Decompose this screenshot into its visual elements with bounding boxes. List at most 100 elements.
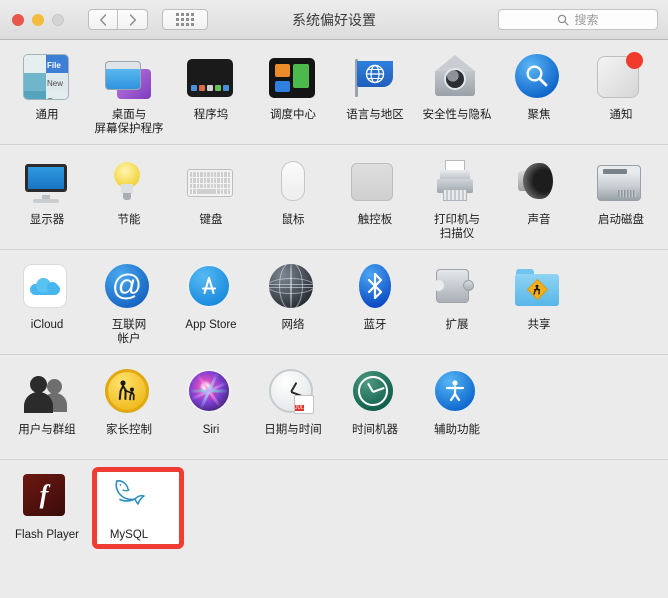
language-region-icon bbox=[351, 54, 399, 102]
pref-bluetooth[interactable]: 蓝牙 bbox=[334, 260, 416, 350]
calendar-month: JUL bbox=[295, 405, 304, 411]
pref-label: 节能 bbox=[117, 214, 141, 226]
pref-printers-scanners[interactable]: 打印机与 扫描仪 bbox=[416, 155, 498, 245]
pref-time-machine[interactable]: 时间机器 bbox=[334, 365, 416, 455]
prefs-row-hardware: 显示器 节能 键盘 鼠标 触控板 打印机与 扫描仪 声音 启动磁盘 bbox=[0, 145, 668, 250]
grid-empty-cell bbox=[498, 365, 580, 455]
pref-label: 共享 bbox=[527, 319, 551, 331]
general-icon: File New Ope bbox=[23, 54, 71, 102]
dock-icon bbox=[187, 54, 235, 102]
grid-icon bbox=[176, 13, 194, 26]
chevron-left-icon bbox=[100, 13, 107, 26]
mouse-icon bbox=[269, 159, 317, 207]
pref-trackpad[interactable]: 触控板 bbox=[334, 155, 416, 245]
search-icon bbox=[558, 14, 570, 26]
zoom-button[interactable] bbox=[52, 13, 64, 26]
pref-icloud[interactable]: iCloud bbox=[6, 260, 88, 350]
pref-label: 扩展 bbox=[445, 319, 469, 331]
pref-desktop-screensaver[interactable]: 桌面与 屏幕保护程序 bbox=[88, 50, 170, 140]
pref-security-privacy[interactable]: 安全性与隐私 bbox=[416, 50, 498, 140]
pref-date-time[interactable]: JUL 18 日期与时间 bbox=[252, 365, 334, 455]
pref-label: 鼠标 bbox=[281, 214, 305, 226]
time-machine-icon bbox=[351, 369, 399, 417]
pref-parental-controls[interactable]: 家长控制 bbox=[88, 365, 170, 455]
pref-label: Flash Player bbox=[15, 529, 79, 541]
preferences-grid: File New Ope 通用 桌面与 屏幕保护程序 程序坞 bbox=[0, 40, 668, 565]
show-all-button[interactable] bbox=[162, 9, 208, 30]
pref-label: MySQL bbox=[109, 529, 149, 541]
pref-app-store[interactable]: App Store bbox=[170, 260, 252, 350]
bluetooth-glyph-icon bbox=[367, 272, 383, 300]
desktop-screensaver-icon bbox=[105, 54, 153, 102]
keyboard-icon bbox=[187, 159, 235, 207]
pref-label: 打印机与 扫描仪 bbox=[434, 214, 480, 240]
users-groups-icon bbox=[23, 369, 71, 417]
pref-general[interactable]: File New Ope 通用 bbox=[6, 50, 88, 140]
pref-label: 互联网 帐户 bbox=[111, 319, 147, 345]
pref-users-groups[interactable]: 用户与群组 bbox=[6, 365, 88, 455]
pref-label: 显示器 bbox=[29, 214, 65, 226]
prefs-row-system: 用户与群组 家长控制 Siri JUL 日期与时间 时间机器 辅助功能 bbox=[0, 355, 668, 460]
pref-label: 程序坞 bbox=[193, 109, 229, 121]
search-field[interactable]: 搜索 bbox=[498, 9, 658, 30]
pref-mysql[interactable]: MySQL bbox=[88, 470, 170, 561]
dolphin-glyph-icon bbox=[115, 480, 145, 505]
forward-button[interactable] bbox=[118, 9, 148, 30]
pref-accessibility[interactable]: 辅助功能 bbox=[416, 365, 498, 455]
sharing-icon bbox=[515, 264, 563, 312]
mysql-dolphin-icon bbox=[105, 474, 153, 522]
pref-label: 调度中心 bbox=[270, 109, 316, 121]
close-button[interactable] bbox=[12, 13, 24, 26]
bluetooth-icon bbox=[351, 264, 399, 312]
accessibility-glyph-icon bbox=[445, 380, 465, 402]
spotlight-icon bbox=[515, 54, 563, 102]
trackpad-icon bbox=[351, 159, 399, 207]
pref-label: 触控板 bbox=[357, 214, 393, 226]
pref-extensions[interactable]: 扩展 bbox=[416, 260, 498, 350]
pref-label: 网络 bbox=[281, 319, 305, 331]
pref-spotlight[interactable]: 聚焦 bbox=[498, 50, 580, 140]
pref-language-region[interactable]: 语言与地区 bbox=[334, 50, 416, 140]
pref-startup-disk[interactable]: 启动磁盘 bbox=[580, 155, 662, 245]
pref-label: 聚焦 bbox=[527, 109, 551, 121]
pref-internet-accounts[interactable]: @ 互联网 帐户 bbox=[88, 260, 170, 350]
pref-label: 蓝牙 bbox=[363, 319, 387, 331]
pref-flash-player[interactable]: f Flash Player bbox=[6, 470, 88, 561]
window-titlebar: 系统偏好设置 搜索 bbox=[0, 0, 668, 40]
printers-scanners-icon bbox=[433, 159, 481, 207]
icloud-icon bbox=[23, 264, 71, 312]
pref-label: iCloud bbox=[30, 319, 64, 331]
pref-energy-saver[interactable]: 节能 bbox=[88, 155, 170, 245]
pedestrian-glyph-icon bbox=[533, 284, 541, 295]
pref-label: App Store bbox=[185, 319, 237, 331]
minimize-button[interactable] bbox=[32, 13, 44, 26]
pref-mission-control[interactable]: 调度中心 bbox=[252, 50, 334, 140]
pref-displays[interactable]: 显示器 bbox=[6, 155, 88, 245]
back-button[interactable] bbox=[88, 9, 118, 30]
flash-player-icon: f bbox=[23, 474, 71, 522]
siri-icon bbox=[187, 369, 235, 417]
pref-dock[interactable]: 程序坞 bbox=[170, 50, 252, 140]
prefs-row-internet: iCloud @ 互联网 帐户 App Store 网络 蓝牙 扩展 共享 bbox=[0, 250, 668, 355]
pref-label: Siri bbox=[202, 424, 220, 436]
pref-sharing[interactable]: 共享 bbox=[498, 260, 580, 350]
pref-label: 日期与时间 bbox=[264, 424, 322, 436]
calendar-badge: JUL 18 bbox=[294, 395, 314, 414]
prefs-row-personal: File New Ope 通用 桌面与 屏幕保护程序 程序坞 bbox=[0, 40, 668, 145]
internet-accounts-icon: @ bbox=[105, 264, 153, 312]
displays-icon bbox=[23, 159, 71, 207]
pref-sound[interactable]: 声音 bbox=[498, 155, 580, 245]
pref-network[interactable]: 网络 bbox=[252, 260, 334, 350]
chevron-right-icon bbox=[129, 13, 136, 26]
traffic-lights bbox=[12, 13, 64, 26]
pref-label: 桌面与 屏幕保护程序 bbox=[94, 109, 164, 135]
pref-siri[interactable]: Siri bbox=[170, 365, 252, 455]
app-store-glyph-icon bbox=[201, 276, 217, 295]
magnifier-glyph-icon bbox=[526, 65, 548, 87]
pref-notifications[interactable]: 通知 bbox=[580, 50, 662, 140]
pref-label: 通知 bbox=[609, 109, 633, 121]
search-placeholder: 搜索 bbox=[574, 13, 599, 27]
date-time-icon: JUL 18 bbox=[269, 369, 317, 417]
pref-keyboard[interactable]: 键盘 bbox=[170, 155, 252, 245]
pref-mouse[interactable]: 鼠标 bbox=[252, 155, 334, 245]
